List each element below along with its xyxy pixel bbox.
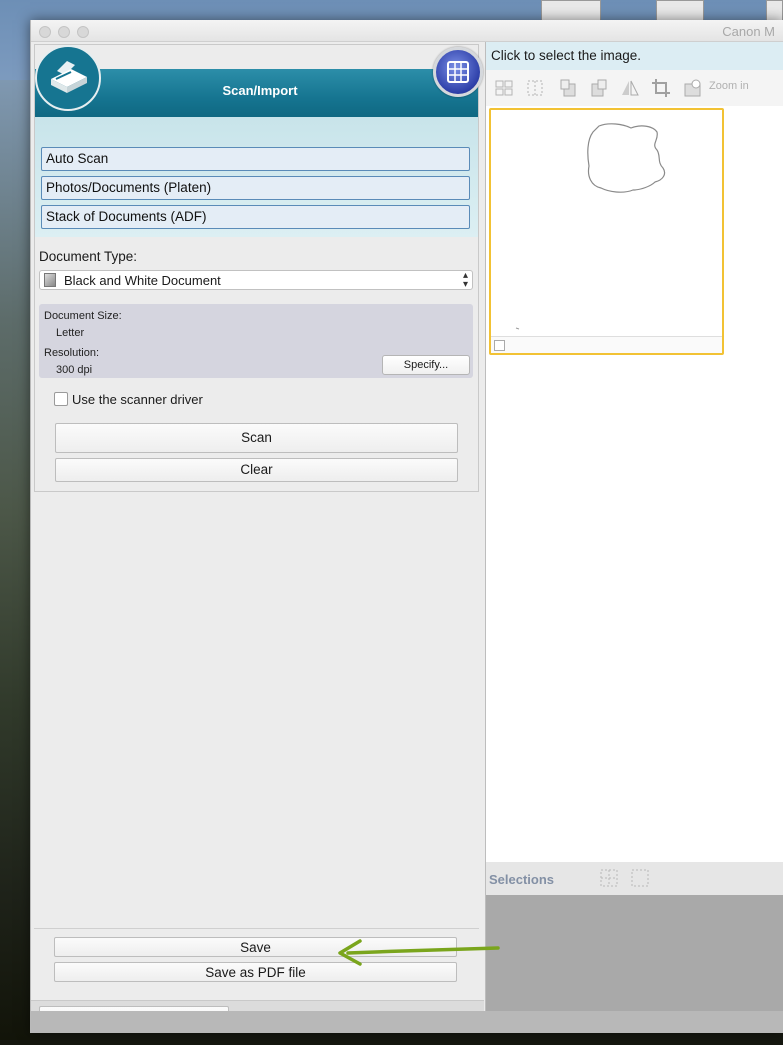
rotate-left-icon[interactable] (558, 78, 578, 98)
zoom-in-label[interactable]: Zoom in (709, 80, 749, 92)
desktop-icon (541, 0, 601, 22)
rotate-right-icon[interactable] (589, 78, 609, 98)
document-type-select[interactable]: Black and White Document ▴ ▾ (39, 270, 473, 290)
chevron-updown-icon: ▴ ▾ (462, 270, 468, 290)
scan-preview-image (515, 123, 666, 330)
deselect-icon[interactable] (525, 78, 545, 98)
selections-bar: Selections (486, 862, 783, 895)
document-size-value: Letter (56, 327, 85, 339)
title-bar: Canon M (31, 20, 783, 42)
selections-label: Selections (489, 872, 555, 887)
preview-hint: Click to select the image. (486, 42, 783, 70)
main-menu-icon[interactable] (433, 47, 483, 97)
left-panel: Scan/Import Auto Scan Photos/Documents (… (31, 42, 484, 1033)
desktop-icon (766, 0, 783, 22)
select-all-icon[interactable] (494, 78, 514, 98)
preview-toolbar: Zoom in (486, 70, 783, 106)
document-type-label: Document Type: (39, 249, 138, 264)
zoom-in-icon[interactable] (683, 78, 703, 98)
preview-panel: Click to select the image. Zoom in Selec… (485, 42, 783, 1011)
app-window: Canon M Scan/Import Auto Scan Photos/Doc… (30, 20, 783, 1033)
page-title: Scan/Import (222, 83, 298, 98)
desktop-icon (656, 0, 704, 22)
resolution-value: 300 dpi (56, 364, 93, 376)
specify-button[interactable]: Specify... (382, 355, 470, 375)
selection-grid-icon[interactable] (600, 869, 618, 887)
minimize-window-button[interactable] (58, 26, 70, 38)
scan-button[interactable]: Scan (55, 423, 458, 453)
annotation-arrow-icon (338, 939, 500, 966)
mirror-icon[interactable] (620, 78, 640, 98)
settings-box: Document Size: Letter Resolution: 300 dp… (39, 304, 473, 378)
header-bar: Scan/Import (35, 69, 478, 117)
scan-panel: Scan/Import Auto Scan Photos/Documents (… (34, 44, 483, 492)
document-size-label: Document Size: (44, 310, 122, 322)
clear-button[interactable]: Clear (55, 458, 458, 482)
thumbnail-footer (491, 336, 722, 353)
selection-box-icon[interactable] (631, 869, 649, 887)
scan-mode-area: Auto Scan Photos/Documents (Platen) Stac… (35, 117, 478, 237)
scanner-icon (35, 45, 101, 111)
thumbnail-checkbox[interactable] (494, 340, 505, 351)
scanner-driver-label: Use the scanner driver (72, 392, 203, 407)
crop-icon[interactable] (651, 78, 671, 98)
scanner-driver-checkbox[interactable] (54, 392, 68, 406)
zoom-window-button[interactable] (77, 26, 89, 38)
resolution-label: Resolution: (44, 347, 100, 359)
platen-scan-button[interactable]: Photos/Documents (Platen) (41, 176, 470, 200)
document-type-value: Black and White Document (64, 273, 221, 288)
document-icon (44, 273, 56, 287)
scanned-image-thumbnail[interactable] (489, 108, 724, 355)
window-bottom-bar (31, 1011, 783, 1033)
auto-scan-button[interactable]: Auto Scan (41, 147, 470, 171)
scanner-driver-option[interactable]: Use the scanner driver (54, 392, 203, 407)
window-title: Canon M (722, 24, 775, 39)
selections-area (486, 895, 783, 1011)
adf-scan-button[interactable]: Stack of Documents (ADF) (41, 205, 470, 229)
close-window-button[interactable] (39, 26, 51, 38)
